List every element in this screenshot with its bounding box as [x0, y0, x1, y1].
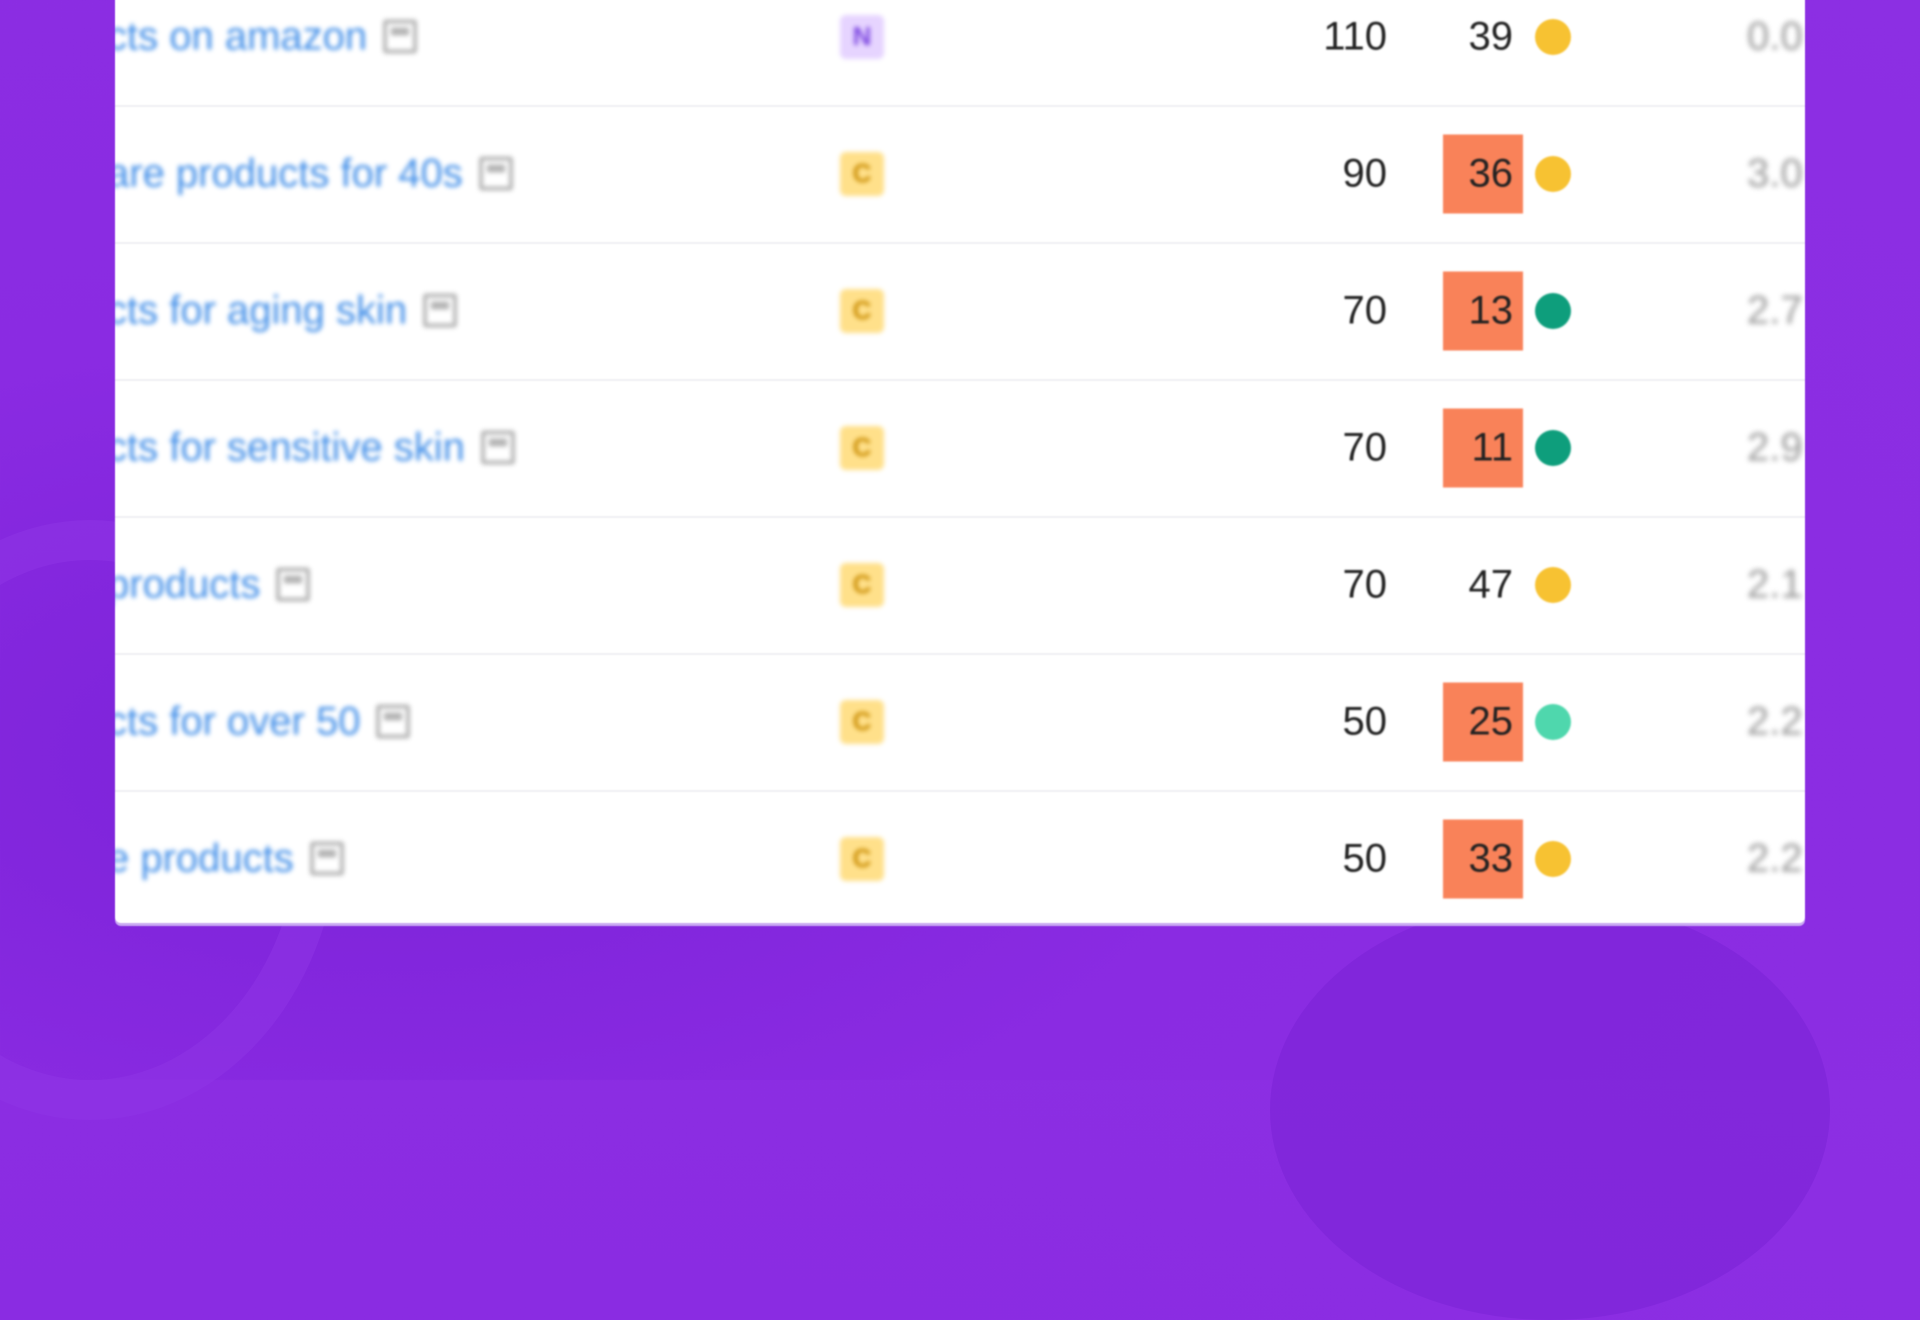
intent-badge: C	[840, 836, 884, 881]
volume-value: 70	[1342, 288, 1388, 332]
table-row: cts on amazon N 110 39 0.0	[115, 0, 1805, 107]
cpc-value: 2.1	[1747, 562, 1803, 606]
keyword-link[interactable]: cts on amazon	[115, 14, 418, 59]
difficulty-indicator-dot	[1535, 840, 1571, 877]
keyword-text: are products for 40s	[115, 151, 463, 195]
difficulty-indicator-dot	[1535, 429, 1571, 466]
table-row: are products for 40s C 90 36 3.0	[115, 105, 1805, 244]
volume-value: 70	[1342, 562, 1388, 606]
keyword-link[interactable]: products	[115, 562, 311, 607]
cpc-value: 2.2	[1747, 699, 1803, 743]
difficulty-indicator-dot	[1535, 292, 1571, 329]
cpc-value: 2.2	[1747, 836, 1803, 880]
keyword-difficulty-value: 39	[1468, 14, 1514, 58]
keyword-text: products	[115, 562, 261, 606]
keyword-link[interactable]: cts for sensitive skin	[115, 425, 515, 470]
keyword-link[interactable]: e products	[115, 836, 344, 881]
keyword-link[interactable]: cts for aging skin	[115, 288, 458, 333]
intent-badge: C	[840, 151, 884, 196]
intent-badge: C	[840, 699, 884, 744]
keyword-text: cts on amazon	[115, 14, 368, 58]
difficulty-indicator-dot	[1535, 18, 1571, 55]
volume-value: 110	[1323, 14, 1387, 58]
serp-features-icon[interactable]	[478, 156, 513, 191]
table-row: products C 70 47 2.1	[115, 516, 1805, 655]
keyword-text: e products	[115, 836, 294, 880]
keyword-table: cts on amazon N 110 39 0.0 are products …	[115, 0, 1805, 923]
serp-features-icon[interactable]	[276, 567, 311, 602]
keyword-text: cts for sensitive skin	[115, 425, 465, 469]
table-row: cts for sensitive skin C 70 11 2.9	[115, 379, 1805, 518]
keyword-difficulty-value: 47	[1468, 562, 1514, 606]
keyword-difficulty-value: 25	[1443, 682, 1523, 761]
serp-features-icon[interactable]	[309, 841, 344, 876]
difficulty-indicator-dot	[1535, 703, 1571, 740]
intent-badge: C	[840, 562, 884, 607]
volume-value: 70	[1342, 425, 1388, 469]
intent-badge: C	[840, 288, 884, 333]
cpc-value: 3.0	[1747, 151, 1803, 195]
difficulty-indicator-dot	[1535, 155, 1571, 192]
intent-badge: C	[840, 425, 884, 470]
table-row: cts for over 50 C 50 25 2.2	[115, 653, 1805, 792]
serp-features-icon[interactable]	[383, 19, 418, 54]
keyword-link[interactable]: are products for 40s	[115, 151, 513, 196]
intent-badge: N	[840, 14, 884, 59]
serp-features-icon[interactable]	[423, 293, 458, 328]
keyword-link[interactable]: cts for over 50	[115, 699, 411, 744]
keyword-difficulty-value: 36	[1443, 134, 1523, 213]
keyword-text: cts for over 50	[115, 699, 361, 743]
background-decoration	[1270, 900, 1830, 1320]
keyword-difficulty-value: 13	[1443, 271, 1523, 350]
table-row: cts for aging skin C 70 13 2.7	[115, 242, 1805, 381]
keyword-difficulty-value: 11	[1443, 408, 1523, 487]
difficulty-indicator-dot	[1535, 566, 1571, 603]
keyword-text: cts for aging skin	[115, 288, 408, 332]
volume-value: 50	[1342, 836, 1388, 880]
volume-value: 90	[1342, 151, 1388, 195]
cpc-value: 2.7	[1747, 288, 1803, 332]
cpc-value: 2.9	[1747, 425, 1803, 469]
serp-features-icon[interactable]	[376, 704, 411, 739]
table-row: e products C 50 33 2.2	[115, 790, 1805, 923]
keyword-difficulty-value: 33	[1443, 819, 1523, 898]
volume-value: 50	[1342, 699, 1388, 743]
serp-features-icon[interactable]	[480, 430, 515, 465]
cpc-value: 0.0	[1747, 14, 1803, 58]
